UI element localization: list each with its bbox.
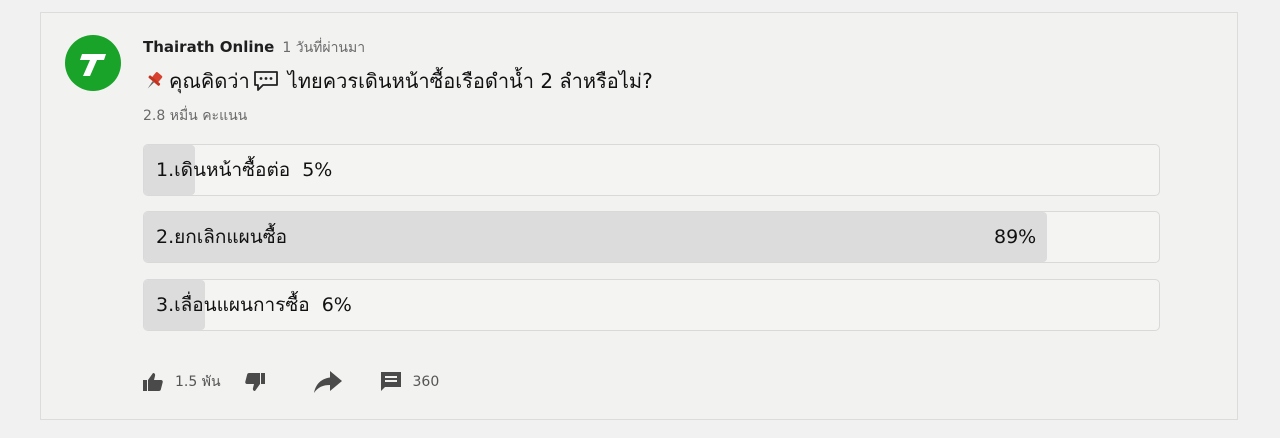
poll-question: คุณคิดว่า ไทยควรเดินหน้าซื้อเรือดำน้ำ 2 … — [141, 67, 653, 95]
poll-option-percent: 6% — [321, 294, 352, 316]
post-header: Thairath Online 1 วันที่ผ่านมา — [143, 37, 365, 59]
dislike-button[interactable] — [243, 370, 267, 394]
action-bar: 1.5 พัน 360 — [141, 368, 439, 396]
poll-option-label: 3.เลื่อนแผนการซื้อ 6% — [156, 280, 352, 330]
thairath-logo-icon — [80, 50, 106, 76]
poll-option-2[interactable]: 2.ยกเลิกแผนซื้อ 89% — [143, 211, 1160, 263]
poll-option-label: 2.ยกเลิกแผนซื้อ — [156, 212, 287, 262]
poll-option-label: 1.เดินหน้าซื้อต่อ 5% — [156, 145, 332, 195]
channel-avatar[interactable] — [65, 35, 121, 91]
poll-option-text: 2.ยกเลิกแผนซื้อ — [156, 226, 288, 248]
question-text: ไทยควรเดินหน้าซื้อเรือดำน้ำ 2 ลำหรือไม่? — [287, 69, 653, 93]
thumb-up-icon — [143, 373, 163, 391]
share-arrow-icon — [313, 371, 342, 393]
poll-option-text: 1.เดินหน้าซื้อต่อ — [156, 159, 291, 181]
like-count: 1.5 พัน — [175, 374, 221, 390]
comment-button[interactable]: 360 — [379, 370, 440, 394]
question-prefix: คุณคิดว่า — [169, 69, 250, 93]
share-button[interactable] — [313, 369, 343, 395]
post-time[interactable]: 1 วันที่ผ่านมา — [282, 37, 365, 59]
like-button[interactable]: 1.5 พัน — [141, 370, 221, 394]
speech-bubble-icon — [252, 69, 280, 93]
poll-option-1[interactable]: 1.เดินหน้าซื้อต่อ 5% — [143, 144, 1160, 196]
poll-option-percent: 5% — [302, 159, 333, 181]
vote-count: 2.8 หมื่น คะแนน — [143, 108, 248, 124]
poll-option-3[interactable]: 3.เลื่อนแผนการซื้อ 6% — [143, 279, 1160, 331]
poll-option-text: 3.เลื่อนแผนการซื้อ — [156, 294, 310, 316]
pushpin-icon — [141, 68, 167, 94]
poll-option-percent: 89% — [994, 226, 1037, 248]
comment-icon — [380, 372, 401, 391]
channel-name[interactable]: Thairath Online — [143, 38, 274, 56]
thumb-down-icon — [244, 373, 265, 391]
comment-count: 360 — [412, 374, 440, 390]
community-post-card: Thairath Online 1 วันที่ผ่านมา คุณคิดว่า… — [40, 12, 1238, 420]
